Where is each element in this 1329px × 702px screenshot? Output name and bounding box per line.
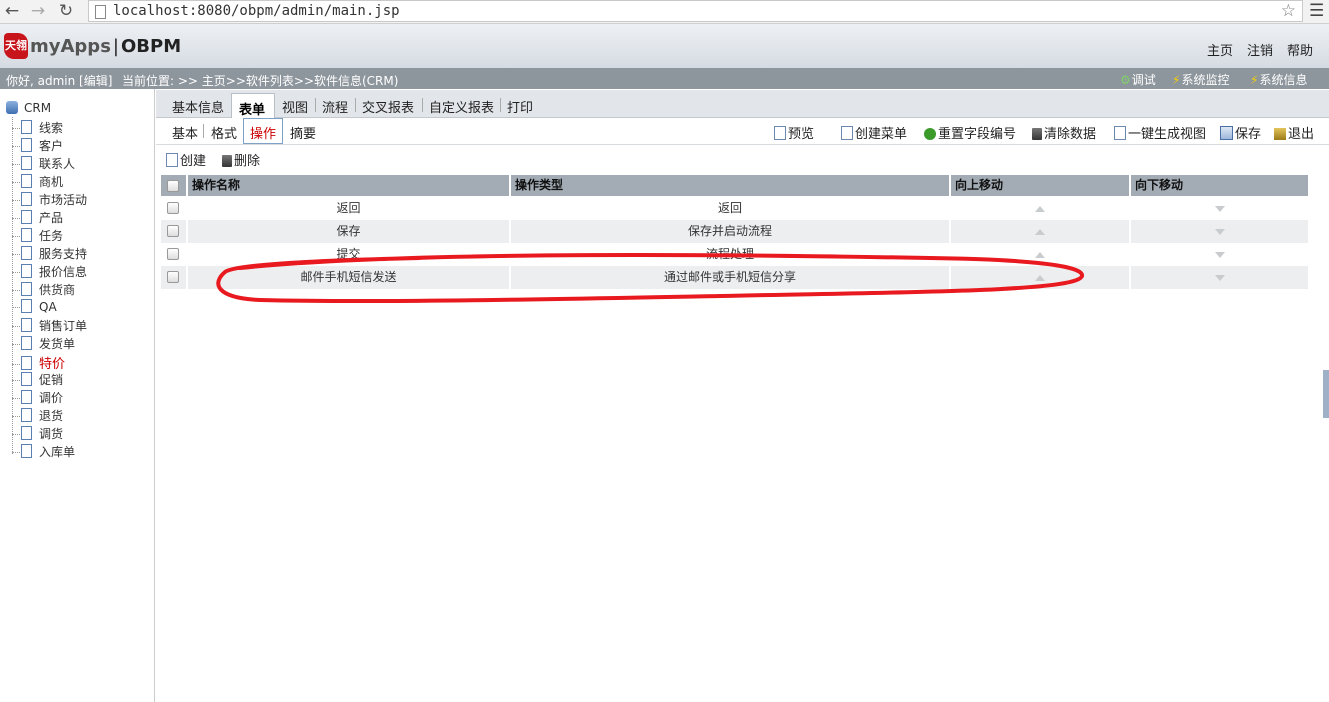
scrollbar-thumb[interactable]: [1323, 370, 1329, 418]
highlight-stroke: [216, 253, 1084, 304]
red-highlight-annotation: [216, 253, 1084, 304]
